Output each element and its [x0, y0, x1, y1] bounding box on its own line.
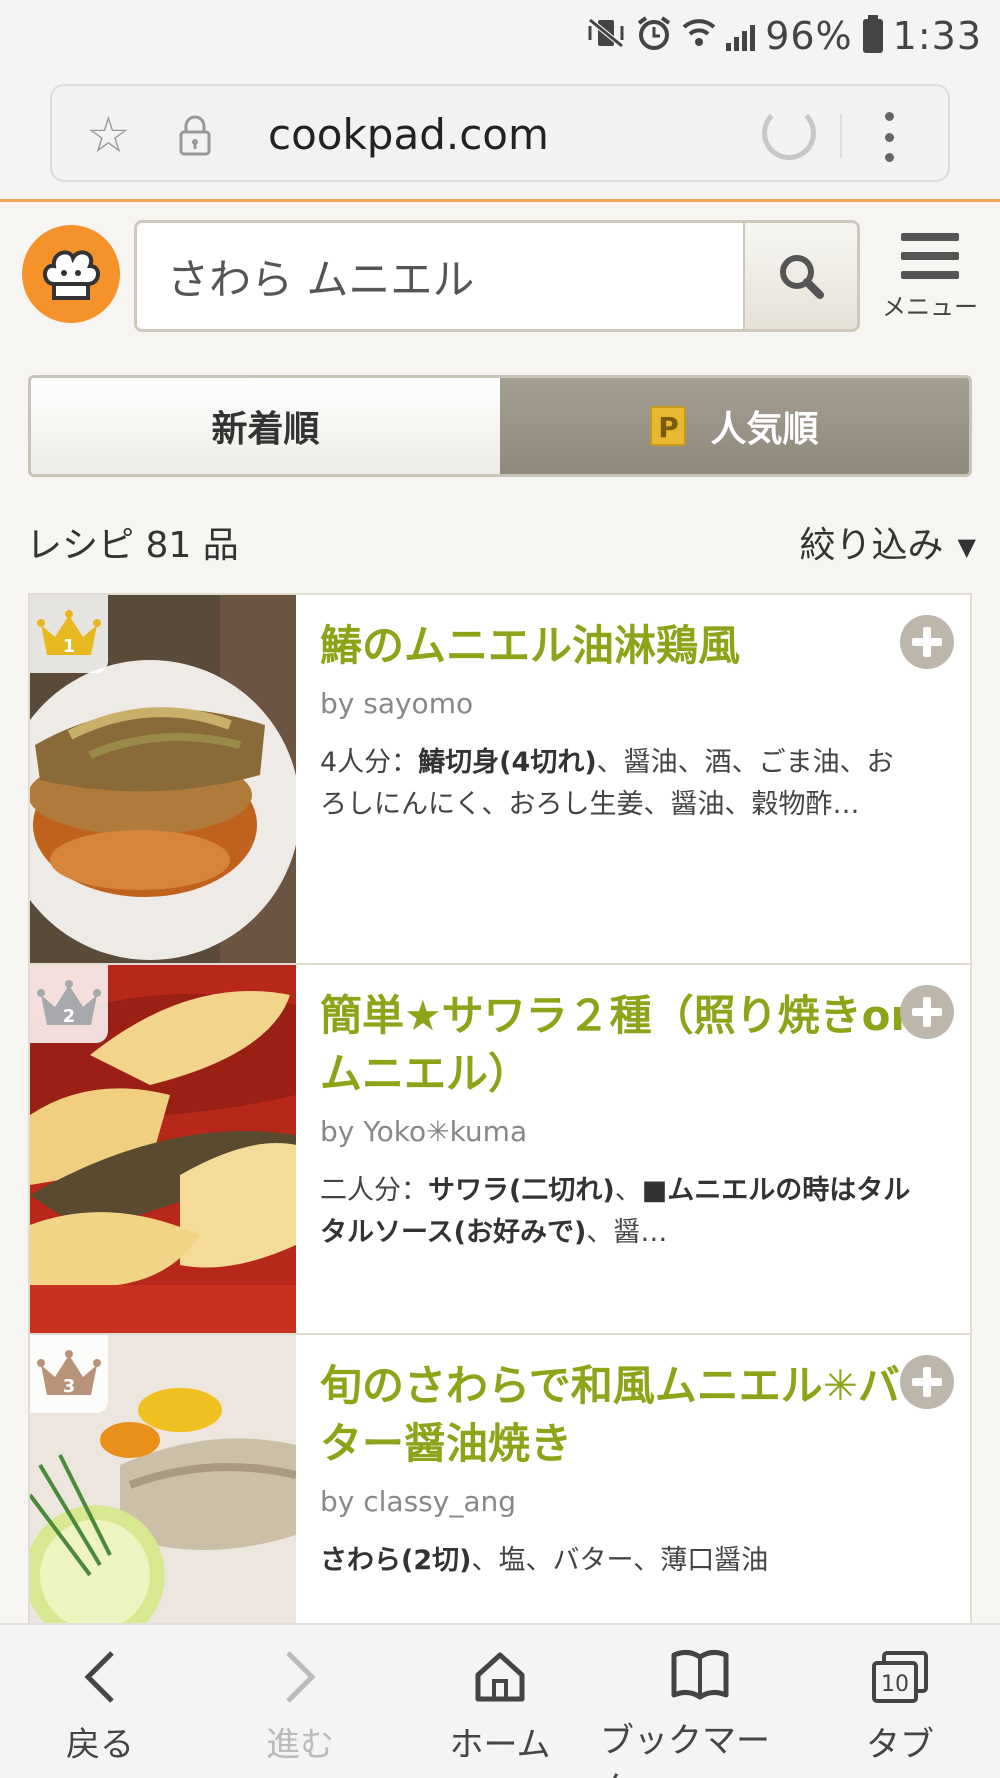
add-to-folder-button[interactable] — [900, 985, 954, 1039]
premium-badge-icon: P — [650, 406, 687, 446]
recipe-body: 簡単★サワラ２種（照り焼きorムニエル） by Yoko✳kuma 二人分：サワ… — [320, 987, 920, 1254]
battery-icon — [862, 15, 883, 53]
result-bar: レシピ 81 品 絞り込み ▼ — [26, 510, 976, 570]
open-book-icon — [671, 1649, 729, 1700]
cookpad-logo[interactable] — [22, 225, 120, 323]
divider — [840, 114, 842, 158]
tab-newest-label: 新着順 — [211, 409, 320, 450]
bronze-crown-icon: 3 — [37, 1350, 101, 1397]
clock: 1:33 — [892, 14, 982, 58]
tabs-icon: 10 — [872, 1651, 928, 1703]
hamburger-icon — [901, 233, 959, 279]
recipe-author[interactable]: by Yoko✳kuma — [320, 1115, 920, 1148]
forward-label: 進む — [266, 1725, 334, 1765]
status-bar: 96% 1:33 — [0, 0, 1000, 72]
menu-label: メニュー — [882, 293, 978, 321]
recipe-photo[interactable]: 2 — [30, 965, 296, 1335]
recipe-body: 旬のさわらで和風ムニエル✳バター醤油焼き by classy_ang さわら(2… — [320, 1357, 920, 1582]
battery-percent: 96% — [765, 14, 853, 58]
svg-text:2: 2 — [63, 1006, 76, 1027]
recipe-ingredients: 4人分：鰆切身(4切れ)、醤油、酒、ごま油、おろしにんにく、おろし生姜、醤油、穀… — [320, 742, 920, 826]
svg-text:1: 1 — [63, 636, 76, 657]
recipe-list: 1 鰆のムニエル油淋鶏風 by sayomo 4人分：鰆切身(4切れ)、醤油、酒… — [28, 593, 972, 1705]
main-ingredient: 鰆切身(4切れ) — [418, 747, 597, 778]
chef-hat-icon — [43, 250, 100, 300]
search-input[interactable] — [137, 223, 745, 329]
tab-popular-label: 人気順 — [710, 409, 819, 450]
recipe-body: 鰆のムニエル油淋鶏風 by sayomo 4人分：鰆切身(4切れ)、醤油、酒、ご… — [320, 617, 920, 826]
main-ingredient: サワラ(二切れ) — [428, 1175, 615, 1206]
back-button[interactable]: 戻る — [0, 1625, 200, 1778]
lock-icon[interactable] — [174, 114, 216, 156]
ingredient-separator: 、 — [614, 1175, 642, 1206]
home-icon — [475, 1652, 525, 1702]
bookmarks-button[interactable]: ブックマーク — [600, 1625, 800, 1778]
browser-more-icon[interactable] — [884, 112, 894, 162]
site-header: メニュー — [0, 205, 1000, 332]
rank-badge-1: 1 — [30, 595, 108, 673]
menu-button[interactable]: メニュー — [880, 233, 980, 328]
filter-button[interactable]: 絞り込み ▼ — [800, 516, 976, 568]
forward-button[interactable]: 進む — [200, 1625, 400, 1778]
reload-icon[interactable] — [762, 106, 816, 160]
filter-label: 絞り込み — [799, 525, 944, 566]
bookmarks-label: ブックマーク — [600, 1721, 770, 1778]
recipe-ingredients: 二人分：サワラ(二切れ)、■ムニエルの時はタルタルソース(お好みで)、醤… — [320, 1170, 920, 1254]
search-box — [134, 220, 860, 332]
url-text[interactable]: cookpad.com — [268, 110, 549, 159]
chevron-left-icon — [84, 1651, 114, 1703]
signal-icon — [726, 21, 756, 51]
recipe-ingredients: さわら(2切)、塩、バター、薄口醤油 — [320, 1540, 920, 1582]
search-button[interactable] — [743, 223, 857, 329]
rank-badge-2: 2 — [30, 965, 108, 1043]
page: 96% 1:33 ☆ cookpad.com さわら ムニエル メニュー 新着順… — [0, 0, 1000, 1778]
browser-bottom-nav: 戻る 進む ホーム ブックマーク 10 タブ — [0, 1623, 1000, 1778]
chevron-right-icon — [286, 1651, 316, 1703]
address-bar[interactable]: ☆ cookpad.com — [50, 84, 950, 182]
other-ingredients: 、醤… — [586, 1217, 668, 1248]
recipe-title[interactable]: 旬のさわらで和風ムニエル✳バター醤油焼き — [320, 1357, 920, 1473]
gold-crown-icon: 1 — [37, 610, 101, 657]
recipe-photo[interactable]: 1 — [30, 595, 296, 965]
wifi-icon — [682, 17, 716, 55]
vibrate-mute-icon — [586, 16, 626, 56]
tabs-button[interactable]: 10 タブ — [800, 1625, 1000, 1778]
silver-crown-icon: 2 — [37, 980, 101, 1027]
servings: 二人分： — [320, 1175, 428, 1206]
home-button[interactable]: ホーム — [400, 1625, 600, 1778]
recipe-author[interactable]: by sayomo — [320, 687, 920, 720]
alarm-icon — [636, 15, 672, 57]
home-label: ホーム — [449, 1725, 551, 1765]
tab-popular[interactable]: P 人気順 — [500, 378, 969, 474]
recipe-card[interactable]: 2 簡単★サワラ２種（照り焼きorムニエル） by Yoko✳kuma 二人分：… — [28, 963, 972, 1335]
main-ingredient: さわら(2切) — [320, 1545, 472, 1576]
servings: 4人分： — [320, 747, 419, 778]
back-label: 戻る — [66, 1725, 134, 1765]
caret-down-icon: ▼ — [957, 533, 976, 561]
svg-text:3: 3 — [63, 1376, 76, 1397]
recipe-title[interactable]: 簡単★サワラ２種（照り焼きorムニエル） — [320, 987, 920, 1103]
tabs-label: タブ — [866, 1725, 934, 1765]
svg-text:10: 10 — [881, 1672, 909, 1697]
recipe-count: レシピ 81 品 — [26, 525, 239, 566]
add-to-folder-button[interactable] — [900, 1355, 954, 1409]
bookmark-star-icon[interactable]: ☆ — [86, 106, 131, 164]
sort-tabs: 新着順 P 人気順 — [28, 375, 972, 477]
add-to-folder-button[interactable] — [900, 615, 954, 669]
search-icon — [780, 255, 824, 299]
recipe-author[interactable]: by classy_ang — [320, 1485, 920, 1518]
rank-badge-3: 3 — [30, 1335, 108, 1413]
recipe-card[interactable]: 1 鰆のムニエル油淋鶏風 by sayomo 4人分：鰆切身(4切れ)、醤油、酒… — [28, 593, 972, 965]
tab-newest[interactable]: 新着順 — [31, 378, 500, 474]
recipe-title[interactable]: 鰆のムニエル油淋鶏風 — [320, 617, 920, 675]
browser-toolbar: ☆ cookpad.com — [0, 72, 1000, 202]
other-ingredients: 、塩、バター、薄口醤油 — [471, 1545, 769, 1576]
